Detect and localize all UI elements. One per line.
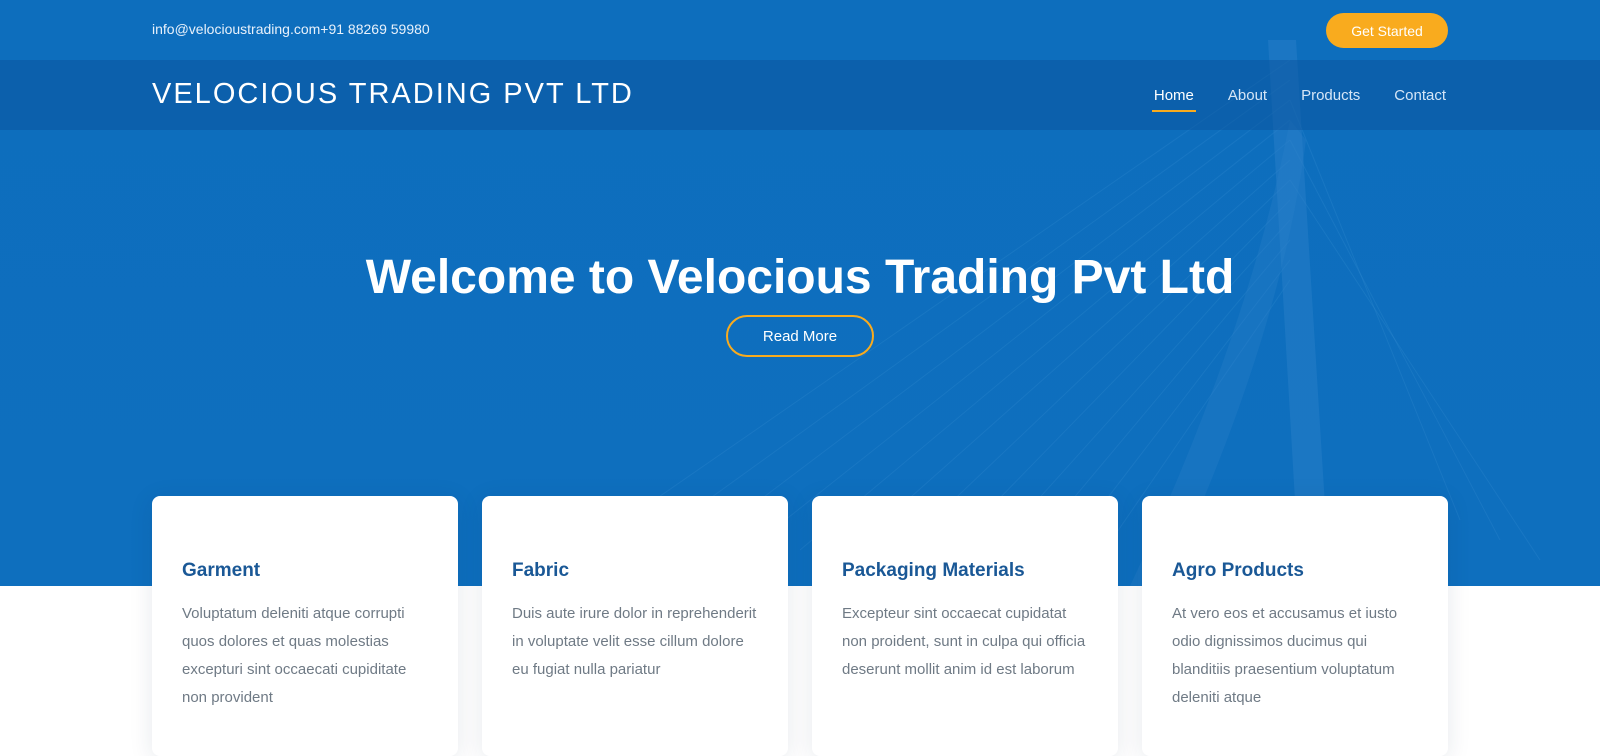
nav-products[interactable]: Products (1299, 81, 1362, 110)
card-description: At vero eos et accusamus et iusto odio d… (1172, 605, 1398, 706)
get-started-button[interactable]: Get Started (1326, 13, 1448, 48)
card-garment[interactable]: Garment Voluptatum deleniti atque corrup… (152, 496, 458, 756)
nav-home[interactable]: Home (1151, 81, 1196, 112)
brand-logo-text[interactable]: VELOCIOUS TRADING PVT LTD (152, 78, 634, 111)
card-description: Excepteur sint occaecat cupidatat non pr… (842, 605, 1086, 678)
hero-title: Welcome to Velocious Trading Pvt Ltd (365, 251, 1235, 305)
card-fabric[interactable]: Fabric Duis aute irure dolor in reprehen… (482, 496, 788, 756)
card-title: Agro Products (1172, 560, 1304, 581)
services-cards: Garment Voluptatum deleniti atque corrup… (152, 496, 1448, 756)
card-packaging-materials[interactable]: Packaging Materials Excepteur sint occae… (812, 496, 1118, 756)
nav-about[interactable]: About (1226, 81, 1269, 110)
navbar: VELOCIOUS TRADING PVT LTD Home About Pro… (0, 60, 1600, 130)
contact-info: info@velocioustrading.com+91 88269 59980 (152, 21, 430, 37)
card-agro-products[interactable]: Agro Products At vero eos et accusamus e… (1142, 496, 1448, 756)
read-more-button[interactable]: Read More (726, 315, 874, 357)
card-title: Garment (182, 560, 261, 581)
card-title: Packaging Materials (842, 560, 1025, 581)
main-nav: Home About Products Contact (1151, 60, 1448, 130)
nav-contact[interactable]: Contact (1392, 81, 1448, 110)
card-description: Voluptatum deleniti atque corrupti quos … (182, 605, 407, 706)
card-title: Fabric (512, 560, 570, 581)
topbar: info@velocioustrading.com+91 88269 59980… (0, 0, 1600, 60)
card-description: Duis aute irure dolor in reprehenderit i… (512, 605, 757, 678)
